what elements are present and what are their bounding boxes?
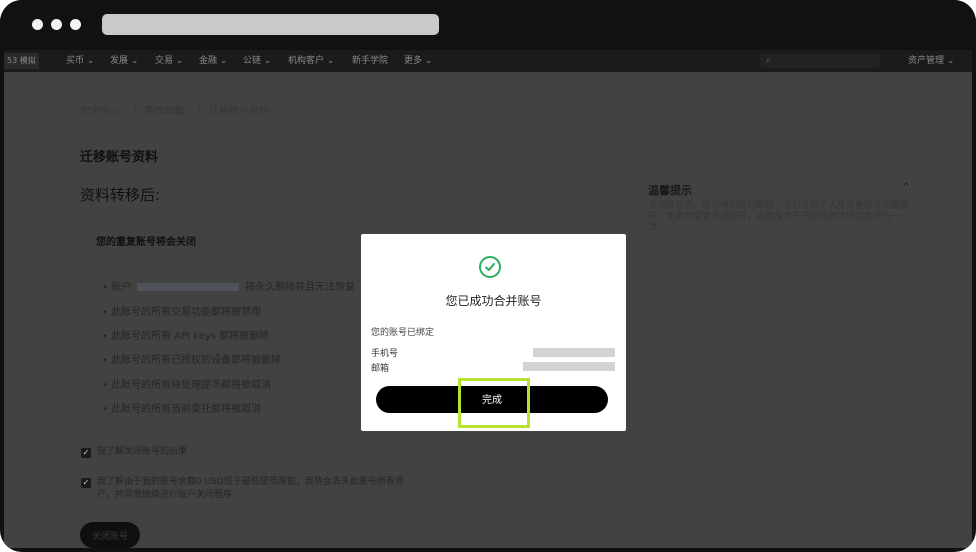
bullet-item: • 此账号的所有 API keys 都将被删除: [102, 331, 270, 342]
breadcrumb-separator: /: [134, 102, 138, 113]
phone-label: 手机号: [371, 349, 399, 359]
email-value-redacted: [523, 362, 615, 371]
subsection-title: 您的重复账号将会关闭: [96, 237, 196, 248]
window-dot-icon[interactable]: [70, 19, 81, 30]
bullet-item: • 此账号的所有当前委托都将被取消: [102, 404, 262, 415]
nav-item-learn[interactable]: 新手学院: [352, 50, 388, 72]
tips-body: 关闭账号后，您可用同样的邮箱、手机号和个人身份重新注册新账号。如果您需要关闭账号…: [648, 201, 910, 233]
email-label: 邮箱: [371, 364, 390, 374]
consent-label-1: 我了解关闭账号的后果: [97, 447, 188, 457]
window-dot-icon[interactable]: [32, 19, 43, 30]
nav-logo[interactable]: 53 模拟: [4, 53, 39, 69]
consent-checkbox-1[interactable]: ✓: [81, 448, 91, 458]
page-viewport: 53 模拟 买币 ⌄ 发展 ⌄ 交易 ⌄ 金融 ⌄ 公链 ⌄ 机构客户 ⌄ 新手…: [4, 50, 972, 548]
nav-item-finance[interactable]: 金融 ⌄: [199, 50, 227, 72]
breadcrumb-current: 迁移账号资料: [209, 106, 269, 117]
address-bar[interactable]: [102, 14, 439, 35]
success-check-icon: [479, 256, 501, 278]
breadcrumb-security-center[interactable]: 安全中心: [80, 102, 120, 117]
dialog-title: 您已成功合并账号: [445, 294, 542, 308]
consent-checkbox-2[interactable]: ✓: [81, 478, 91, 488]
breadcrumb-change-email[interactable]: 更改邮箱: [144, 102, 184, 117]
section-title: 资料转移后:: [80, 186, 161, 204]
chevron-up-icon[interactable]: ^: [902, 182, 910, 193]
bullet-item: • 此账号的所有交易功能都将被禁用: [102, 307, 262, 318]
browser-window: 53 模拟 买币 ⌄ 发展 ⌄ 交易 ⌄ 金融 ⌄ 公链 ⌄ 机构客户 ⌄ 新手…: [0, 0, 976, 552]
bullet-item: • 此账号的所有待处理提币都将被取消: [102, 380, 272, 391]
browser-titlebar: [0, 0, 976, 50]
page-title: 迁移账号资料: [80, 150, 159, 165]
bullet-item: • 账户 将永久删除并且无法恢复: [102, 282, 356, 293]
nav-asset-management[interactable]: 资产管理 ⌄: [908, 50, 954, 72]
top-navigation: 53 模拟 买币 ⌄ 发展 ⌄ 交易 ⌄ 金融 ⌄ 公链 ⌄ 机构客户 ⌄ 新手…: [4, 50, 972, 72]
nav-item-chain[interactable]: 公链 ⌄: [243, 50, 271, 72]
nav-item-trade[interactable]: 交易 ⌄: [155, 50, 183, 72]
nav-item-discover[interactable]: 发展 ⌄: [110, 50, 138, 72]
phone-value-redacted: [533, 348, 615, 357]
focus-highlight: [458, 378, 530, 428]
breadcrumb-separator: /: [198, 102, 202, 113]
consent-label-2: 我了解由于我的账号余额0 USD低于最低提币限额，我将会丢失此账号所有资产，并同…: [97, 477, 404, 500]
nav-item-more[interactable]: 更多 ⌄: [404, 50, 432, 72]
close-account-button[interactable]: 关闭账号: [80, 522, 140, 548]
dialog-subtitle: 您的账号已绑定: [371, 328, 435, 338]
bullet-item: • 此账号的所有已授权的设备都将被删除: [102, 355, 282, 366]
window-dot-icon[interactable]: [51, 19, 62, 30]
nav-item-institutional[interactable]: 机构客户 ⌄: [288, 50, 334, 72]
redacted-account: [137, 283, 240, 291]
tips-title: 温馨提示: [648, 184, 692, 197]
nav-item-buy[interactable]: 买币 ⌄: [66, 50, 94, 72]
nav-search-box[interactable]: ⌕: [760, 54, 880, 68]
search-icon: ⌕: [766, 56, 771, 65]
